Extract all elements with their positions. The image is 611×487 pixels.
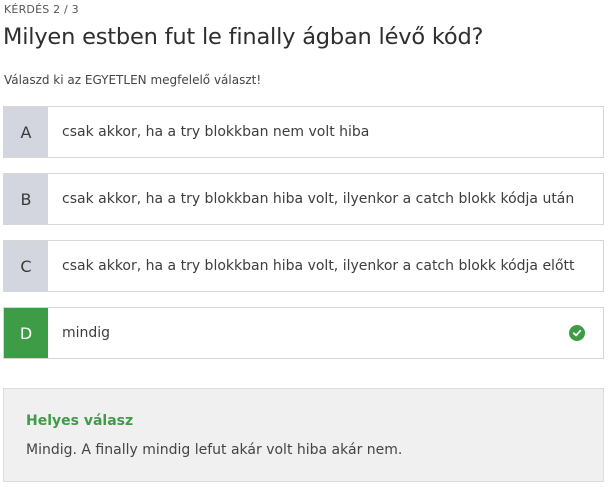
option-text: csak akkor, ha a try blokkban hiba volt,… xyxy=(62,258,575,274)
answer-explanation: Mindig. A finally mindig lefut akár volt… xyxy=(26,442,403,458)
option-c[interactable]: C csak akkor, ha a try blokkban hiba vol… xyxy=(3,240,604,292)
option-letter: C xyxy=(4,241,48,291)
question-instruction: Válaszd ki az EGYETLEN megfelelő választ… xyxy=(4,73,262,87)
question-title: Milyen estben fut le finally ágban lévő … xyxy=(3,24,484,50)
answer-heading: Helyes válasz xyxy=(26,413,134,429)
option-text: csak akkor, ha a try blokkban nem volt h… xyxy=(62,124,370,140)
option-letter: B xyxy=(4,174,48,224)
option-b[interactable]: B csak akkor, ha a try blokkban hiba vol… xyxy=(3,173,604,225)
answer-feedback-box: Helyes válasz Mindig. A finally mindig l… xyxy=(3,388,604,482)
option-d[interactable]: D mindig xyxy=(3,307,604,359)
option-text: mindig xyxy=(62,325,111,341)
option-a[interactable]: A csak akkor, ha a try blokkban nem volt… xyxy=(3,106,604,158)
option-text: csak akkor, ha a try blokkban hiba volt,… xyxy=(62,191,575,207)
option-letter: D xyxy=(4,308,48,358)
option-letter: A xyxy=(4,107,48,157)
question-counter: KÉRDÉS 2 / 3 xyxy=(4,3,79,16)
check-circle-icon xyxy=(569,325,585,341)
